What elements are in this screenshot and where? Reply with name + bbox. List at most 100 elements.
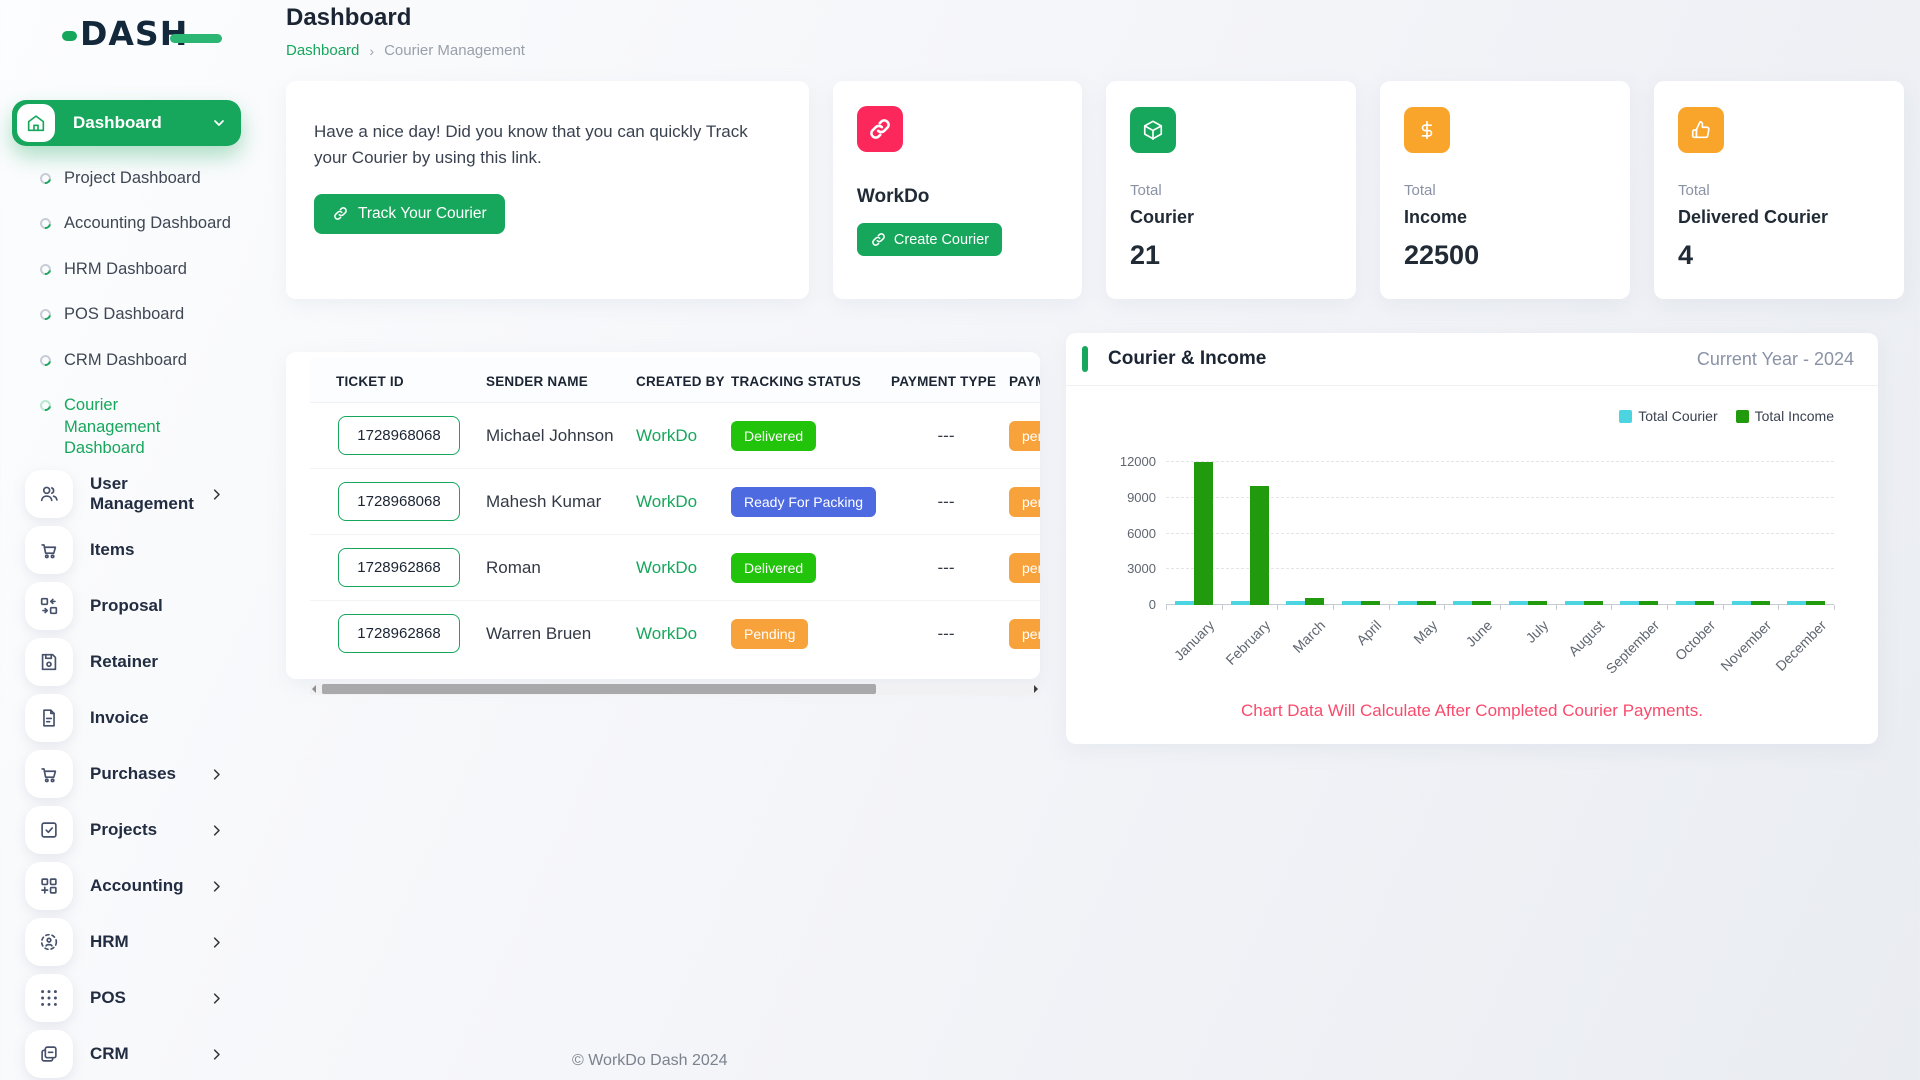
total-income-bar bbox=[1250, 486, 1269, 605]
button-label: Track Your Courier bbox=[358, 205, 487, 223]
legend-item-total-courier[interactable]: Total Courier bbox=[1619, 408, 1717, 424]
table-row: 1728968068Mahesh KumarWorkDoReady For Pa… bbox=[310, 469, 1040, 535]
invoice-icon bbox=[25, 694, 73, 742]
total-income-bar bbox=[1305, 598, 1324, 605]
page-title: Dashboard bbox=[286, 0, 1904, 32]
ticket-id-button[interactable]: 1728962868 bbox=[338, 614, 460, 653]
track-your-courier-button[interactable]: Track Your Courier bbox=[314, 194, 505, 234]
dot-icon bbox=[38, 307, 53, 322]
legend-swatch bbox=[1736, 410, 1749, 423]
y-axis-tick-label: 3000 bbox=[1106, 561, 1156, 576]
tracking-status-badge: Delivered bbox=[731, 553, 816, 583]
sidebar-item-retainer[interactable]: Retainer bbox=[0, 634, 252, 690]
created-by-link[interactable]: WorkDo bbox=[636, 469, 731, 535]
y-axis-tick-label: 6000 bbox=[1106, 526, 1156, 541]
sender-name-cell: Mahesh Kumar bbox=[486, 469, 636, 535]
ticket-id-button[interactable]: 1728968068 bbox=[338, 482, 460, 521]
sidebar-subitem-pos-dashboard[interactable]: POS Dashboard bbox=[0, 292, 252, 337]
total-income-bar bbox=[1806, 601, 1825, 605]
sidebar-subitem-project-dashboard[interactable]: Project Dashboard bbox=[0, 156, 252, 201]
sidebar-item-pos[interactable]: POS bbox=[0, 970, 252, 1026]
sidebar-subitem-hrm-dashboard[interactable]: HRM Dashboard bbox=[0, 247, 252, 292]
legend-item-total-income[interactable]: Total Income bbox=[1736, 408, 1834, 424]
sidebar-item-projects[interactable]: Projects bbox=[0, 802, 252, 858]
stat-label: Income bbox=[1404, 207, 1606, 228]
created-by-link[interactable]: WorkDo bbox=[636, 601, 731, 667]
column-header: SENDER NAME bbox=[486, 358, 636, 403]
bar-groups bbox=[1166, 462, 1834, 605]
sidebar-item-items[interactable]: Items bbox=[0, 522, 252, 578]
total-income-bar bbox=[1695, 601, 1714, 605]
sidebar-subitem-accounting-dashboard[interactable]: Accounting Dashboard bbox=[0, 201, 252, 246]
legend-swatch bbox=[1619, 410, 1632, 423]
bar-group-february bbox=[1222, 462, 1278, 605]
dot-icon bbox=[38, 262, 53, 277]
sidebar-item-label: Projects bbox=[90, 820, 209, 840]
sidebar-item-hrm[interactable]: HRM bbox=[0, 914, 252, 970]
sidebar-item-user-management[interactable]: User Management bbox=[0, 466, 252, 522]
stat-card-income: TotalIncome22500 bbox=[1380, 81, 1630, 299]
created-by-link[interactable]: WorkDo bbox=[636, 403, 731, 469]
link-icon bbox=[870, 231, 887, 248]
chevron-right-icon bbox=[209, 823, 224, 838]
sidebar-subitem-label: Project Dashboard bbox=[64, 168, 201, 189]
scrollbar-thumb[interactable] bbox=[322, 684, 876, 694]
sender-name-cell: Warren Bruen bbox=[486, 601, 636, 667]
total-courier-bar bbox=[1787, 601, 1806, 605]
horizontal-scrollbar[interactable] bbox=[310, 683, 1040, 695]
x-axis-tick bbox=[1222, 605, 1223, 610]
x-axis-label: December bbox=[1773, 617, 1830, 674]
total-income-bar bbox=[1417, 601, 1436, 605]
stat-value: 21 bbox=[1130, 240, 1332, 271]
sidebar-item-accounting[interactable]: Accounting bbox=[0, 858, 252, 914]
sidebar-subitem-courier-management-dashboard[interactable]: Courier Management Dashboard bbox=[0, 383, 252, 471]
chart-note: Chart Data Will Calculate After Complete… bbox=[1066, 701, 1878, 721]
x-axis-tick bbox=[1611, 605, 1612, 610]
bar-group-april bbox=[1333, 462, 1389, 605]
table-row: 1728962868Warren BruenWorkDoPending---pe… bbox=[310, 601, 1040, 667]
accent-bar bbox=[1082, 346, 1088, 372]
breadcrumb: Dashboard › Courier Management bbox=[286, 42, 1904, 59]
chevron-right-icon bbox=[209, 879, 224, 894]
sidebar-item-proposal[interactable]: Proposal bbox=[0, 578, 252, 634]
chart-period: Current Year - 2024 bbox=[1697, 349, 1854, 370]
total-courier-bar bbox=[1676, 601, 1695, 605]
dot-icon bbox=[38, 171, 53, 186]
stat-value: 22500 bbox=[1404, 240, 1606, 271]
sidebar-subitem-crm-dashboard[interactable]: CRM Dashboard bbox=[0, 338, 252, 383]
scroll-right-arrow-icon[interactable] bbox=[1034, 685, 1038, 693]
payment-type-cell: --- bbox=[891, 601, 1001, 667]
create-courier-button[interactable]: Create Courier bbox=[857, 223, 1002, 256]
courier-table: TICKET IDSENDER NAMECREATED BYTRACKING S… bbox=[310, 358, 1040, 667]
projects-icon bbox=[25, 806, 73, 854]
created-by-link[interactable]: WorkDo bbox=[636, 535, 731, 601]
users-icon bbox=[25, 470, 73, 518]
ticket-id-button[interactable]: 1728962868 bbox=[338, 548, 460, 587]
sidebar-item-label: CRM bbox=[90, 1044, 209, 1064]
table-header-row: TICKET IDSENDER NAMECREATED BYTRACKING S… bbox=[310, 358, 1040, 403]
tracking-status-badge: Pending bbox=[731, 619, 808, 649]
x-axis-label: June bbox=[1463, 617, 1496, 650]
y-axis-tick-label: 0 bbox=[1106, 597, 1156, 612]
x-axis-tick bbox=[1444, 605, 1445, 610]
x-axis-tick bbox=[1723, 605, 1724, 610]
courier-table-scroll-area: TICKET IDSENDER NAMECREATED BYTRACKING S… bbox=[310, 358, 1040, 667]
sidebar-item-invoice[interactable]: Invoice bbox=[0, 690, 252, 746]
sidebar-item-label: Proposal bbox=[90, 596, 252, 616]
x-axis-label: March bbox=[1290, 617, 1329, 656]
x-axis-label: January bbox=[1171, 617, 1218, 664]
x-axis-tick bbox=[1389, 605, 1390, 610]
crm-icon bbox=[25, 1030, 73, 1078]
scroll-left-arrow-icon[interactable] bbox=[312, 685, 316, 693]
sidebar-item-purchases[interactable]: Purchases bbox=[0, 746, 252, 802]
items-cart-icon bbox=[25, 526, 73, 574]
ticket-id-button[interactable]: 1728968068 bbox=[338, 416, 460, 455]
accounting-icon bbox=[25, 862, 73, 910]
sidebar-item-crm[interactable]: CRM bbox=[0, 1026, 252, 1080]
sidebar-subitem-label: HRM Dashboard bbox=[64, 259, 187, 280]
payment-type-cell: --- bbox=[891, 535, 1001, 601]
breadcrumb-dashboard-link[interactable]: Dashboard bbox=[286, 42, 359, 59]
sidebar-item-dashboard[interactable]: Dashboard bbox=[12, 100, 241, 146]
thumbs-up-icon bbox=[1678, 107, 1724, 153]
x-axis-label: October bbox=[1672, 617, 1719, 664]
